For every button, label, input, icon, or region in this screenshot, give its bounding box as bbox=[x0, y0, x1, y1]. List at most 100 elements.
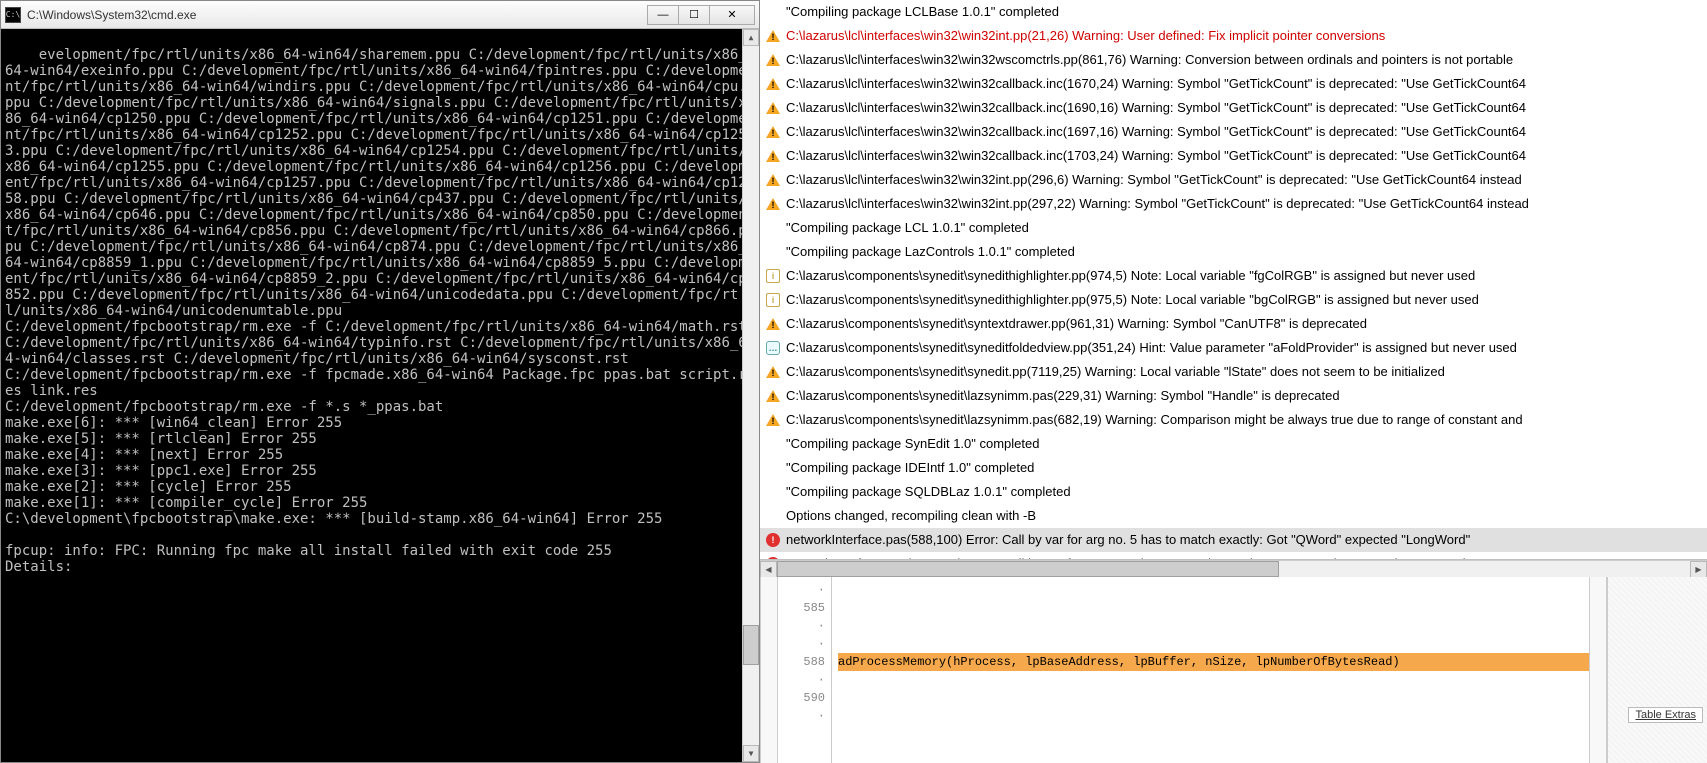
message-text: C:\lazarus\lcl\interfaces\win32\win32wsc… bbox=[786, 50, 1513, 70]
close-button[interactable]: ✕ bbox=[709, 5, 755, 25]
message-text: C:\lazarus\lcl\interfaces\win32\win32int… bbox=[786, 194, 1529, 214]
warning-icon: ! bbox=[766, 389, 780, 403]
message-text: C:\lazarus\components\synedit\synedit.pp… bbox=[786, 362, 1445, 382]
message-text: C:\lazarus\components\synedit\synedithig… bbox=[786, 290, 1479, 310]
warning-icon: ! bbox=[766, 365, 780, 379]
message-row[interactable]: ! C:\lazarus\lcl\interfaces\win32\win32ca… bbox=[760, 120, 1707, 144]
warning-icon: ! bbox=[766, 125, 780, 139]
message-text: C:\lazarus\components\synedit\lazsynimm.… bbox=[786, 410, 1523, 430]
message-text: "Compiling package LazControls 1.0.1" co… bbox=[786, 242, 1075, 262]
scroll-down-icon[interactable]: ▼ bbox=[743, 745, 759, 762]
editor-right-marker bbox=[1589, 577, 1607, 763]
scroll-thumb[interactable] bbox=[743, 625, 759, 665]
message-row[interactable]: "Compiling package SynEdit 1.0" complete… bbox=[760, 432, 1707, 456]
error-icon: ! bbox=[766, 533, 780, 547]
message-text: C:\lazarus\lcl\interfaces\win32\win32cal… bbox=[786, 122, 1526, 142]
code-line[interactable] bbox=[838, 581, 1589, 599]
gutter-line: · bbox=[778, 635, 825, 653]
message-row[interactable]: !C:\lazarus\lcl\interfaces\win32\win32ca… bbox=[760, 72, 1707, 96]
extras-panel: Table Extras bbox=[1607, 577, 1707, 763]
ide-pane: "Compiling package LCLBase 1.0.1" comple… bbox=[760, 0, 1707, 763]
message-row[interactable]: ! networkInterface.pas(588,100) Error: Ca… bbox=[760, 528, 1707, 552]
editor-marker-column bbox=[760, 577, 778, 763]
warning-icon: ! bbox=[766, 413, 780, 427]
cmd-output[interactable]: evelopment/fpc/rtl/units/x86_64-win64/sh… bbox=[1, 29, 759, 762]
gutter-line: · bbox=[778, 707, 825, 725]
message-text: Options changed, recompiling clean with … bbox=[786, 506, 1036, 526]
message-row[interactable]: "Compiling package IDEIntf 1.0" complete… bbox=[760, 456, 1707, 480]
note-icon: i bbox=[766, 269, 780, 283]
blank-icon bbox=[766, 485, 780, 499]
cmd-output-text: evelopment/fpc/rtl/units/x86_64-win64/sh… bbox=[5, 47, 755, 575]
gutter-line: · bbox=[778, 581, 825, 599]
message-text: "Compiling package SynEdit 1.0" complete… bbox=[786, 434, 1039, 454]
maximize-button[interactable]: ☐ bbox=[678, 5, 710, 25]
message-row[interactable]: i C:\lazarus\components\synedit\synedithi… bbox=[760, 264, 1707, 288]
message-row[interactable]: "Compiling package LazControls 1.0.1" co… bbox=[760, 240, 1707, 264]
message-row[interactable]: "Compiling package LCLBase 1.0.1" comple… bbox=[760, 0, 1707, 24]
message-row[interactable]: Options changed, recompiling clean with … bbox=[760, 504, 1707, 528]
message-row[interactable]: "Compiling package SQLDBLaz 1.0.1" compl… bbox=[760, 480, 1707, 504]
scroll-track[interactable] bbox=[743, 46, 759, 745]
message-row[interactable]: !C:\lazarus\lcl\interfaces\win32\win32in… bbox=[760, 24, 1707, 48]
message-row[interactable]: !C:\lazarus\lcl\interfaces\win32\win32ws… bbox=[760, 48, 1707, 72]
h-scroll-track[interactable] bbox=[777, 561, 1690, 577]
code-line[interactable] bbox=[838, 707, 1589, 725]
message-text: C:\lazarus\lcl\interfaces\win32\win32cal… bbox=[786, 74, 1526, 94]
blank-icon bbox=[766, 245, 780, 259]
editor-code[interactable]: adProcessMemory(hProcess, lpBaseAddress,… bbox=[832, 577, 1589, 763]
message-text: C:\lazarus\lcl\interfaces\win32\win32int… bbox=[786, 170, 1522, 190]
messages-horizontal-scrollbar[interactable]: ◀ ▶ bbox=[760, 560, 1707, 577]
cmd-title: C:\Windows\System32\cmd.exe bbox=[27, 8, 648, 22]
cmd-window: C:\ C:\Windows\System32\cmd.exe — ☐ ✕ ev… bbox=[0, 0, 760, 763]
message-text: "Compiling package SQLDBLaz 1.0.1" compl… bbox=[786, 482, 1071, 502]
code-line[interactable] bbox=[838, 689, 1589, 707]
message-text: "Compiling package LCLBase 1.0.1" comple… bbox=[786, 2, 1059, 22]
message-row[interactable]: ! C:\lazarus\lcl\interfaces\win32\win32ca… bbox=[760, 144, 1707, 168]
message-text: networkInterface.pas(588,100) Error: Cal… bbox=[786, 530, 1470, 550]
message-text: C:\lazarus\lcl\interfaces\win32\win32cal… bbox=[786, 146, 1526, 166]
minimize-button[interactable]: — bbox=[647, 5, 679, 25]
messages-panel[interactable]: "Compiling package LCLBase 1.0.1" comple… bbox=[760, 0, 1707, 560]
message-text: C:\lazarus\components\synedit\syntextdra… bbox=[786, 314, 1367, 334]
message-row[interactable]: !C:\lazarus\components\synedit\syntextdr… bbox=[760, 312, 1707, 336]
message-text: C:\lazarus\components\synedit\syneditfol… bbox=[786, 338, 1517, 358]
cmd-vertical-scrollbar[interactable]: ▲ ▼ bbox=[742, 29, 759, 762]
warning-icon: ! bbox=[766, 101, 780, 115]
cmd-titlebar[interactable]: C:\ C:\Windows\System32\cmd.exe — ☐ ✕ bbox=[1, 1, 759, 29]
message-text: C:\lazarus\components\synedit\synedithig… bbox=[786, 266, 1475, 286]
warning-icon: ! bbox=[766, 173, 780, 187]
scroll-up-icon[interactable]: ▲ bbox=[743, 29, 759, 46]
code-line[interactable] bbox=[838, 599, 1589, 617]
message-row[interactable]: !C:\lazarus\lcl\interfaces\win32\win32in… bbox=[760, 192, 1707, 216]
message-text: "Compiling package LCL 1.0.1" completed bbox=[786, 218, 1029, 238]
message-row[interactable]: iC:\lazarus\components\synedit\synedithi… bbox=[760, 288, 1707, 312]
message-row[interactable]: …C:\lazarus\components\synedit\syneditfo… bbox=[760, 336, 1707, 360]
code-line[interactable]: adProcessMemory(hProcess, lpBaseAddress,… bbox=[838, 653, 1589, 671]
message-row[interactable]: !networkInterface.pas(661,108) Error: Ca… bbox=[760, 552, 1707, 560]
blank-icon bbox=[766, 221, 780, 235]
blank-icon bbox=[766, 5, 780, 19]
code-line[interactable] bbox=[838, 671, 1589, 689]
blank-icon bbox=[766, 509, 780, 523]
code-editor[interactable]: ·585··588·590· adProcessMemory(hProcess,… bbox=[760, 577, 1707, 763]
message-row[interactable]: ! C:\lazarus\lcl\interfaces\win32\win32in… bbox=[760, 168, 1707, 192]
message-row[interactable]: ! C:\lazarus\components\synedit\lazsynimm… bbox=[760, 384, 1707, 408]
code-line[interactable] bbox=[838, 635, 1589, 653]
scroll-right-icon[interactable]: ▶ bbox=[1690, 561, 1707, 578]
message-text: C:\lazarus\components\synedit\lazsynimm.… bbox=[786, 386, 1340, 406]
message-text: C:\lazarus\lcl\interfaces\win32\win32cal… bbox=[786, 98, 1526, 118]
message-row[interactable]: ! C:\lazarus\components\synedit\synedit.p… bbox=[760, 360, 1707, 384]
table-extras-tab[interactable]: Table Extras bbox=[1628, 707, 1703, 723]
gutter-line: 588 bbox=[778, 653, 825, 671]
code-line[interactable] bbox=[838, 617, 1589, 635]
gutter-line: · bbox=[778, 671, 825, 689]
warning-icon: ! bbox=[766, 149, 780, 163]
message-row[interactable]: ! C:\lazarus\components\synedit\lazsynimm… bbox=[760, 408, 1707, 432]
message-row[interactable]: ! C:\lazarus\lcl\interfaces\win32\win32ca… bbox=[760, 96, 1707, 120]
h-scroll-thumb[interactable] bbox=[777, 561, 1279, 577]
blank-icon bbox=[766, 461, 780, 475]
scroll-left-icon[interactable]: ◀ bbox=[760, 561, 777, 578]
message-row[interactable]: "Compiling package LCL 1.0.1" completed bbox=[760, 216, 1707, 240]
message-text: "Compiling package IDEIntf 1.0" complete… bbox=[786, 458, 1034, 478]
